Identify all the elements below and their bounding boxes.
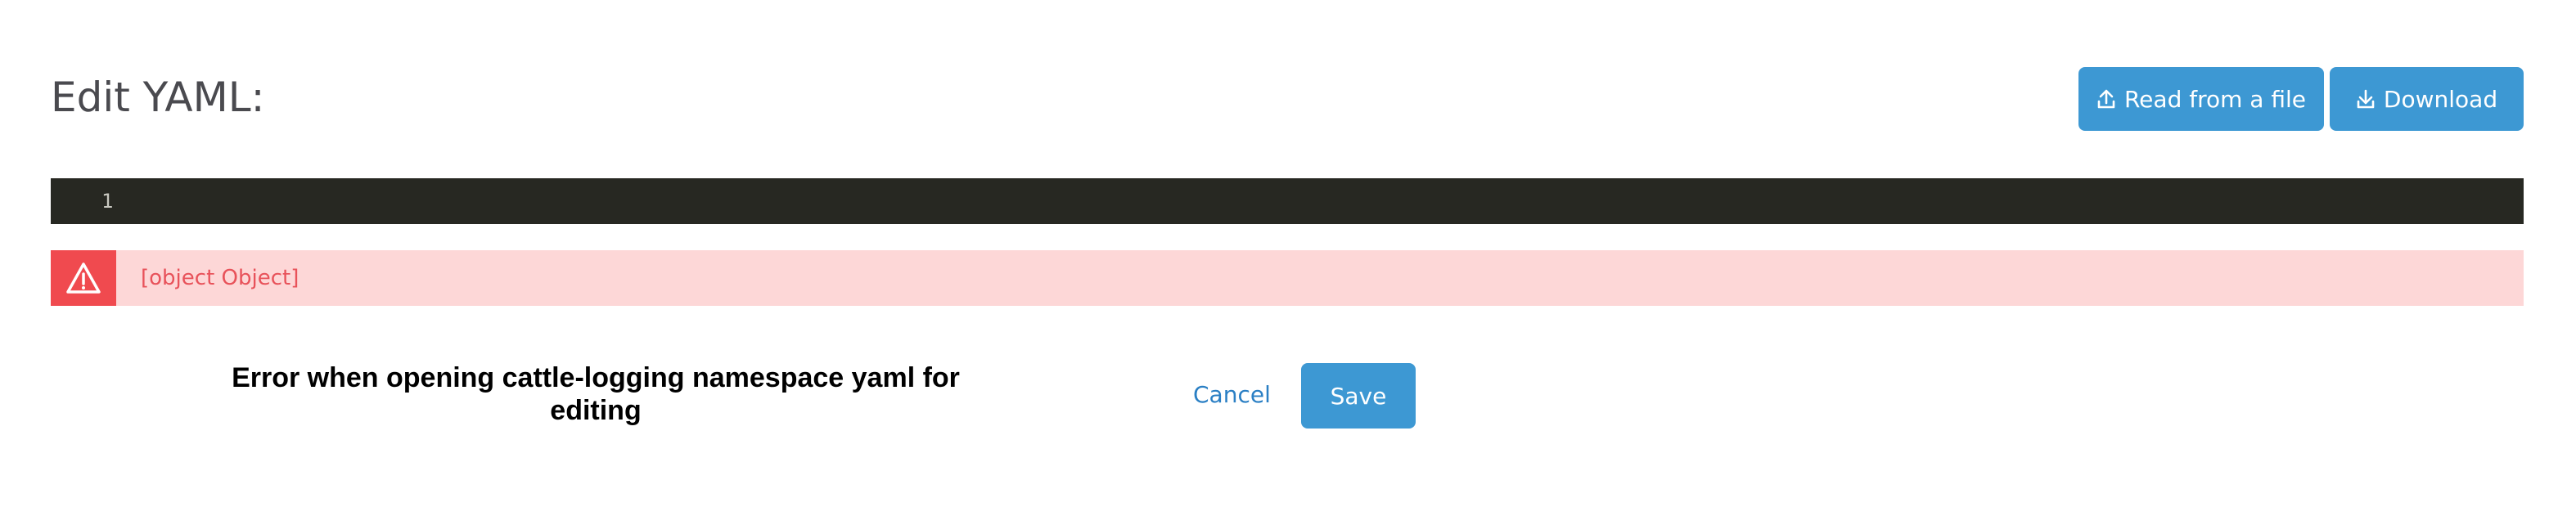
line-number: 1 xyxy=(101,190,114,213)
error-banner: [object Object] xyxy=(51,250,2524,306)
warning-icon xyxy=(66,262,101,294)
download-button[interactable]: Download xyxy=(2330,67,2524,131)
read-from-file-button[interactable]: Read from a file xyxy=(2078,67,2324,131)
save-button[interactable]: Save xyxy=(1301,363,1416,429)
cancel-button[interactable]: Cancel xyxy=(1193,381,1271,409)
error-icon-box xyxy=(51,250,116,306)
page-title: Edit YAML: xyxy=(51,74,265,121)
read-from-file-label: Read from a file xyxy=(2123,85,2307,113)
screenshot-caption: Error when opening cattle-logging namesp… xyxy=(232,362,960,426)
upload-icon xyxy=(2097,89,2115,109)
download-icon xyxy=(2357,89,2375,109)
error-message: [object Object] xyxy=(141,266,299,290)
yaml-editor[interactable]: 1 xyxy=(51,178,2524,224)
download-label: Download xyxy=(2383,85,2498,113)
save-label: Save xyxy=(1330,382,1387,410)
